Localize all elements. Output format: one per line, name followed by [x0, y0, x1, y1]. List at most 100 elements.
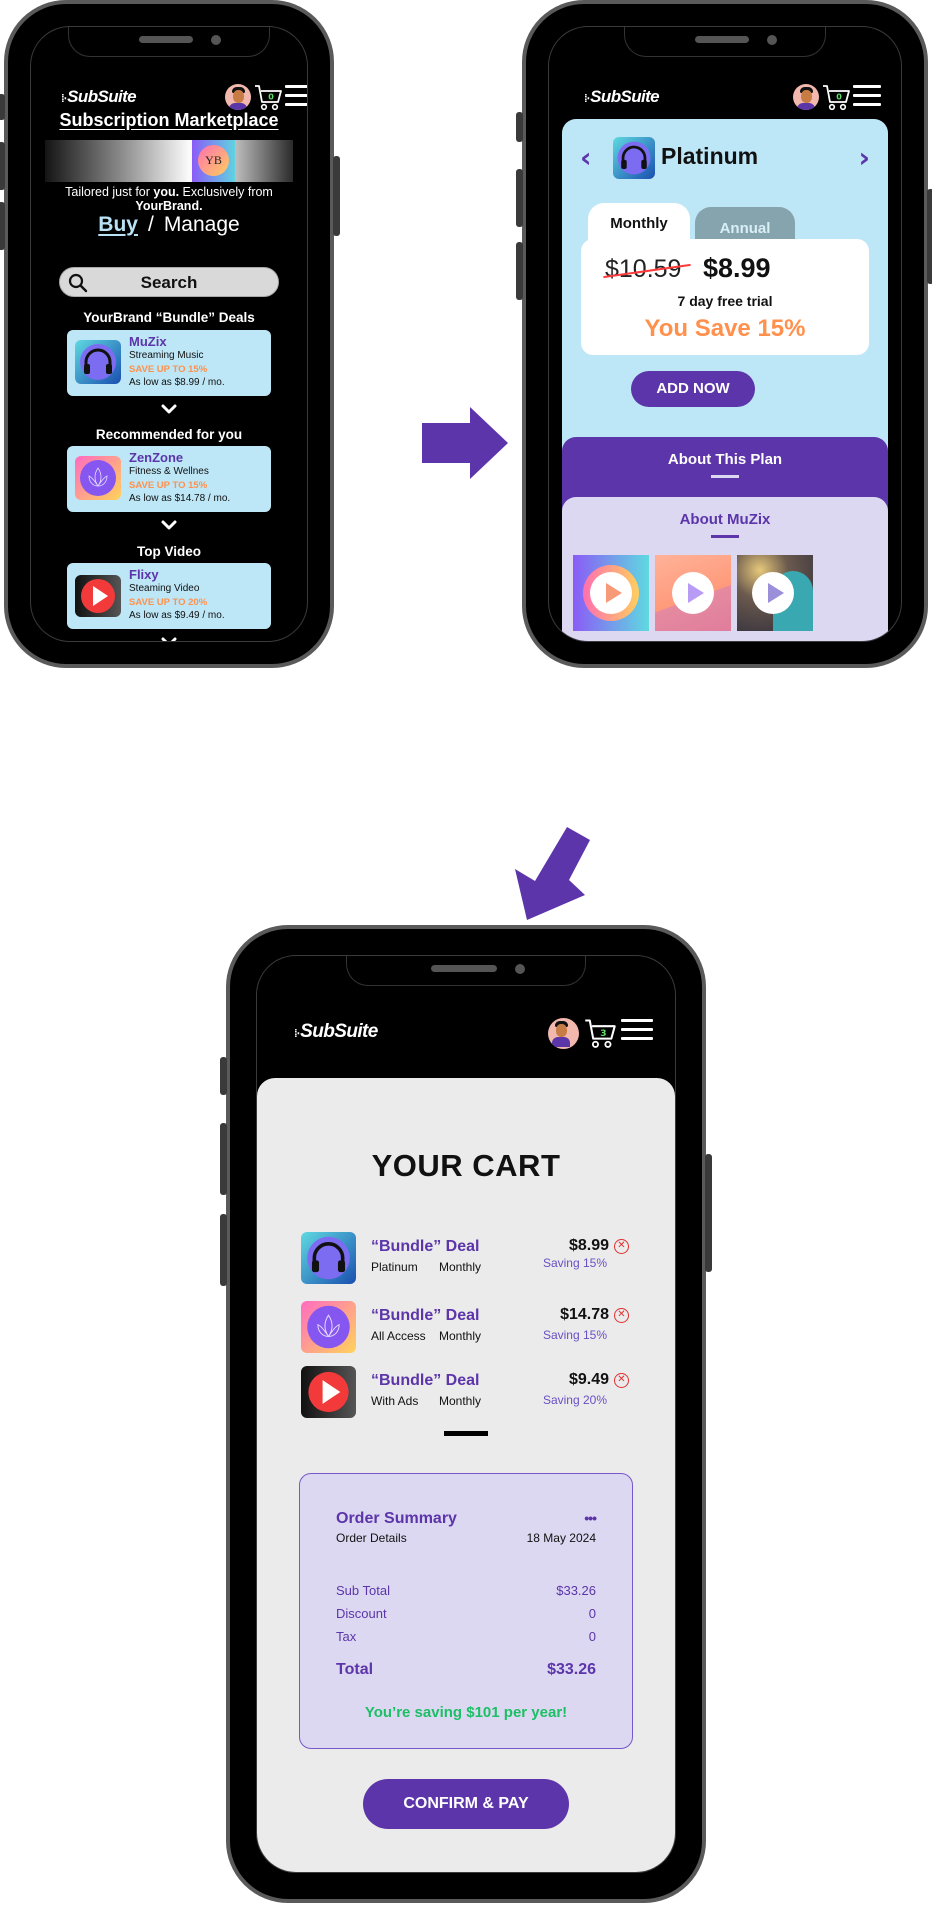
side-button	[220, 1057, 227, 1095]
plan-header: ‹ Platinum ›	[562, 137, 888, 189]
section-heading: Recommended for you	[95, 427, 243, 442]
flow-arrow-right-icon	[422, 407, 508, 479]
notch	[624, 27, 826, 57]
next-plan-button[interactable]: ›	[858, 141, 870, 174]
item-cycle: Monthly	[439, 1329, 482, 1343]
heading-underline	[711, 475, 739, 478]
section-heading: Top Video	[137, 544, 201, 559]
avatar[interactable]	[225, 84, 251, 110]
shopping-cart-icon[interactable]: 3	[583, 1016, 617, 1050]
item-title: “Bundle” Deal	[371, 1307, 480, 1324]
subsuite-logo[interactable]: ⁞⋅SubSuite	[61, 87, 137, 107]
discounted-price: $8.99	[703, 253, 771, 283]
cart-count: 0	[836, 93, 842, 102]
original-price: $10.59	[603, 255, 691, 284]
side-button	[516, 169, 523, 227]
deal-card-zenzone[interactable]: ZenZone Fitness & Wellnes SAVE UP TO 15%…	[67, 446, 271, 512]
play-icon	[672, 572, 714, 614]
summary-title: Order Summary	[336, 1510, 457, 1527]
manage-tab[interactable]: Manage	[164, 213, 240, 236]
side-button	[516, 242, 523, 300]
item-price: $8.99	[568, 1237, 609, 1254]
side-button	[0, 142, 5, 190]
item-cycle: Monthly	[439, 1260, 482, 1274]
subsuite-logo[interactable]: ⁞⋅SubSuite	[584, 87, 660, 107]
headphones-icon	[613, 137, 655, 179]
remove-item-icon[interactable]: ✕	[614, 1373, 629, 1388]
order-total: $33.26	[547, 1661, 596, 1678]
previous-plan-button[interactable]: ‹	[580, 141, 592, 174]
item-cycle: Monthly	[439, 1394, 482, 1408]
screen: ⁞⋅SubSuite 0 ‹ Platinum › Monthly Annual	[548, 26, 902, 642]
app-header: ⁞⋅SubSuite 3	[257, 1013, 675, 1053]
order-summary-card: Order Summary ••• Order Details 18 May 2…	[299, 1473, 633, 1749]
side-button	[220, 1214, 227, 1286]
section-heading: YourBrand “Bundle” Deals	[83, 310, 255, 325]
video-thumbnail[interactable]	[655, 555, 731, 631]
item-title: “Bundle” Deal	[371, 1372, 480, 1389]
confirm-and-pay-button[interactable]: CONFIRM & PAY	[363, 1779, 569, 1829]
screen: ⁞⋅SubSuite 0 Subscription Marketplace YB…	[30, 26, 308, 642]
deal-name: Flixy	[129, 567, 159, 582]
notch	[346, 956, 586, 986]
item-tier: Platinum	[371, 1260, 418, 1274]
remove-item-icon[interactable]: ✕	[614, 1239, 629, 1254]
scroll-indicator	[444, 1431, 488, 1436]
item-title: “Bundle” Deal	[371, 1238, 480, 1255]
side-button	[705, 1154, 712, 1272]
lotus-icon	[75, 456, 121, 500]
about-service-heading: About MuZix	[679, 511, 771, 528]
shopping-cart-icon[interactable]: 0	[821, 82, 851, 112]
subsuite-logo[interactable]: ⁞⋅SubSuite	[294, 1021, 378, 1043]
more-options-icon[interactable]: •••	[584, 1510, 597, 1526]
chevron-down-icon[interactable]	[160, 403, 178, 415]
deal-card-muzix[interactable]: MuZix Streaming Music SAVE UP TO 15% As …	[67, 330, 271, 396]
free-trial-label: 7 day free trial	[677, 293, 773, 309]
page-title: Subscription Marketplace	[59, 110, 279, 130]
add-now-button[interactable]: ADD NOW	[631, 371, 755, 407]
side-button	[0, 202, 5, 250]
cart-item: “Bundle” Deal All Access Monthly $14.78 …	[301, 1301, 631, 1355]
video-thumbnail[interactable]	[573, 555, 649, 631]
deal-category: Streaming Music	[129, 350, 204, 361]
screen: ⁞⋅SubSuite 3 YOUR CART “Bundle” Deal Pla…	[256, 955, 676, 1873]
item-saving: Saving 15%	[542, 1328, 607, 1342]
notch	[68, 27, 270, 57]
hamburger-menu-icon[interactable]	[853, 85, 881, 106]
deal-price: As low as $9.49 / mo.	[129, 610, 225, 621]
yourbrand-logo: YB	[192, 140, 235, 182]
avatar[interactable]	[793, 84, 819, 110]
toggle-separator: /	[147, 213, 154, 236]
side-button	[927, 189, 932, 284]
hamburger-menu-icon[interactable]	[621, 1019, 653, 1040]
cart-count: 0	[268, 93, 274, 102]
video-thumbnail[interactable]	[737, 555, 813, 631]
price-box: $10.59 $8.99 7 day free trial You Save 1…	[581, 239, 869, 355]
cart-count: 3	[600, 1029, 606, 1039]
yearly-savings-message: You’re saving $101 per year!	[364, 1704, 568, 1721]
play-icon	[301, 1366, 356, 1418]
search-bar[interactable]: Search	[59, 267, 279, 297]
remove-item-icon[interactable]: ✕	[614, 1308, 629, 1323]
hamburger-menu-icon[interactable]	[285, 85, 307, 106]
side-button	[516, 112, 523, 142]
deal-name: ZenZone	[129, 450, 184, 465]
deal-card-flixy[interactable]: Flixy Steaming Video SAVE UP TO 20% As l…	[67, 563, 271, 629]
deal-price: As low as $8.99 / mo.	[129, 377, 225, 388]
item-price: $14.78	[560, 1306, 609, 1323]
tagline: Tailored just for you. Exclusively from …	[65, 185, 273, 213]
chevron-down-icon[interactable]	[160, 636, 178, 642]
item-tier: With Ads	[371, 1394, 419, 1408]
about-plan-heading[interactable]: About This Plan	[562, 451, 888, 468]
avatar[interactable]	[548, 1018, 579, 1049]
shopping-cart-icon[interactable]: 0	[253, 82, 283, 112]
plan-card: ‹ Platinum › Monthly Annual $10.59 $8.99…	[562, 119, 888, 641]
deal-save: SAVE UP TO 20%	[129, 597, 208, 608]
play-icon	[75, 575, 121, 617]
play-icon	[752, 572, 794, 614]
flow-arrow-down-left-icon	[515, 827, 590, 920]
chevron-down-icon[interactable]	[160, 519, 178, 531]
side-button	[0, 94, 5, 120]
buy-tab[interactable]: Buy	[98, 213, 138, 236]
buy-manage-toggle: Buy / Manage	[31, 213, 307, 237]
